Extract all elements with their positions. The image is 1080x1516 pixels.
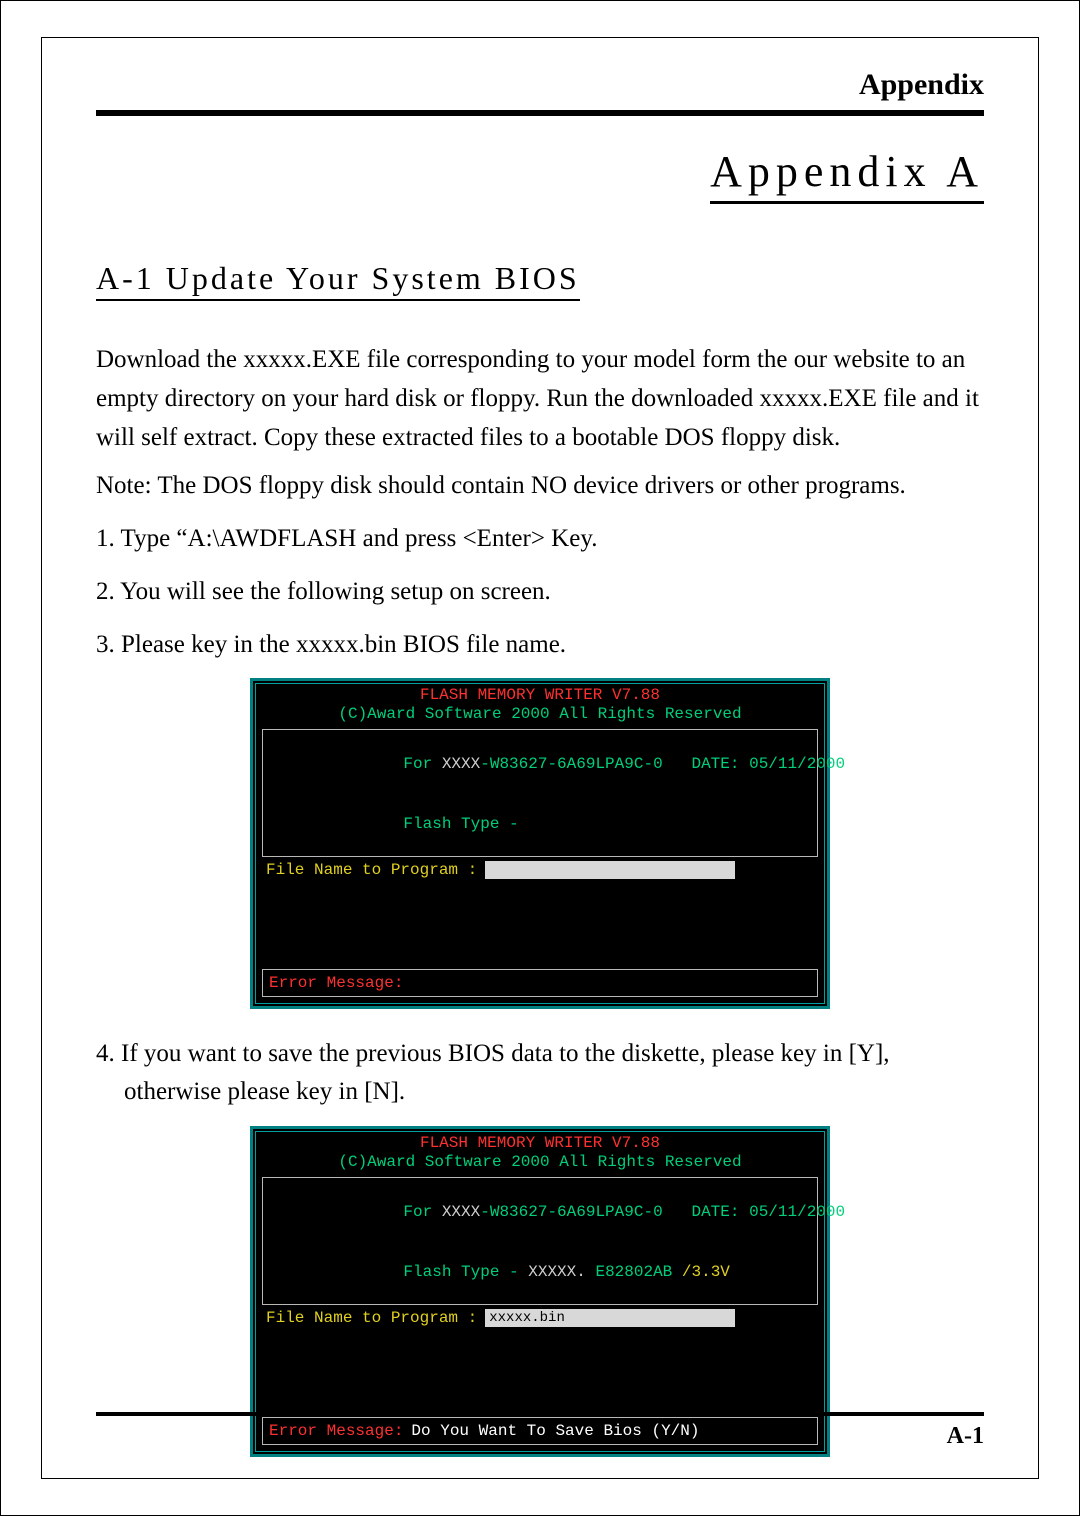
info2-for-label: For [403, 1203, 441, 1221]
terminal-title-line2: (C)Award Software 2000 All Rights Reserv… [338, 705, 741, 723]
info-xxxx: XXXX [442, 755, 480, 773]
flash-type-detail: E82802AB [586, 1263, 672, 1281]
error-label-2: Error Message: [269, 1422, 403, 1440]
page-content: Appendix Appendix A A-1 Update Your Syst… [41, 37, 1039, 1479]
info-ident: -W83627-6A69LPA9C-0 [480, 755, 662, 773]
info2-xxxx: XXXX [442, 1203, 480, 1221]
file-name-prompt-row-2: File Name to Program : xxxxx.bin [266, 1309, 814, 1327]
page-number: A-1 [947, 1423, 984, 1450]
file-name-input-blank[interactable] [485, 861, 735, 879]
flash-type-label: Flash Type - [403, 815, 518, 833]
step-1: 1. Type “A:\AWDFLASH and press <Enter> K… [96, 520, 984, 559]
file-name-prompt-2: File Name to Program : [266, 1309, 477, 1327]
flash-type-value: XXXXX. [519, 1263, 586, 1281]
info-for-label: For [403, 755, 441, 773]
file-name-prompt: File Name to Program : [266, 861, 477, 879]
terminal-info-box: For XXXX-W83627-6A69LPA9C-0 DATE: 05/11/… [262, 729, 818, 857]
file-name-input-filled[interactable]: xxxxx.bin [485, 1309, 735, 1327]
note-line: Note: The DOS floppy disk should contain… [96, 467, 984, 506]
error-prompt[interactable]: Do You Want To Save Bios (Y/N) [411, 1422, 699, 1440]
intro-paragraph: Download the xxxxx.EXE file correspondin… [96, 341, 984, 457]
terminal-screenshot-2: FLASH MEMORY WRITER V7.88 (C)Award Softw… [250, 1126, 830, 1456]
info-date: DATE: 05/11/2000 [663, 755, 845, 773]
file-name-prompt-row: File Name to Program : [266, 861, 814, 879]
terminal-screenshot-1: FLASH MEMORY WRITER V7.88 (C)Award Softw… [250, 678, 830, 1008]
terminal-info-box-2: For XXXX-W83627-6A69LPA9C-0 DATE: 05/11/… [262, 1177, 818, 1305]
flash-type-label-2: Flash Type - [403, 1263, 518, 1281]
terminal-title: FLASH MEMORY WRITER V7.88 (C)Award Softw… [256, 684, 824, 724]
error-label-1: Error Message: [269, 974, 403, 992]
step-4: 4. If you want to save the previous BIOS… [96, 1035, 984, 1113]
header-rule [96, 110, 984, 116]
page-outer-border: Appendix Appendix A A-1 Update Your Syst… [0, 0, 1080, 1516]
section-title: A-1 Update Your System BIOS [96, 260, 580, 301]
step-3: 3. Please key in the xxxxx.bin BIOS file… [96, 626, 984, 665]
appendix-title: Appendix A [710, 146, 984, 204]
footer-rule [96, 1412, 984, 1416]
info2-ident: -W83627-6A69LPA9C-0 [480, 1203, 662, 1221]
terminal-title2-line2: (C)Award Software 2000 All Rights Reserv… [338, 1153, 741, 1171]
step-2: 2. You will see the following setup on s… [96, 573, 984, 612]
terminal-error-row-1: Error Message: [262, 969, 818, 997]
info2-date: DATE: 05/11/2000 [663, 1203, 845, 1221]
flash-type-voltage: /3.3V [672, 1263, 730, 1281]
header-label: Appendix [96, 68, 984, 102]
terminal-title-line1: FLASH MEMORY WRITER V7.88 [420, 686, 660, 704]
terminal-title2-line1: FLASH MEMORY WRITER V7.88 [420, 1134, 660, 1152]
terminal-title-2: FLASH MEMORY WRITER V7.88 (C)Award Softw… [256, 1132, 824, 1172]
terminal-error-row-2: Error Message: Do You Want To Save Bios … [262, 1417, 818, 1445]
